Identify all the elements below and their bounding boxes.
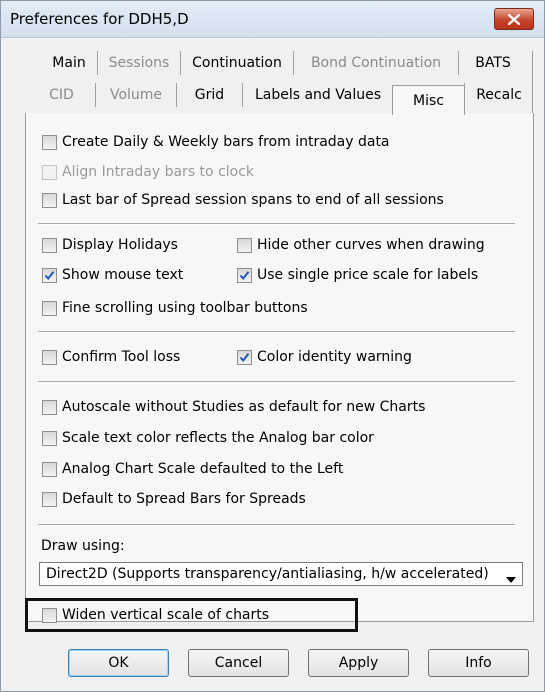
separator <box>38 524 515 526</box>
default-spread-bars-option[interactable]: Default to Spread Bars for Spreads <box>42 489 306 509</box>
option-label: Last bar of Spread session spans to end … <box>62 192 444 208</box>
option-label: Hide other curves when drawing <box>257 237 485 253</box>
hide-other-curves-option[interactable]: Hide other curves when drawing <box>237 235 485 255</box>
checkmark-icon <box>44 270 55 280</box>
analog-scale-left-option[interactable]: Analog Chart Scale defaulted to the Left <box>42 459 343 479</box>
tab-main[interactable]: Main <box>42 51 96 75</box>
tab-recalc[interactable]: Recalc <box>464 83 533 107</box>
window-title: Preferences for DDH5,D <box>10 10 189 28</box>
tab-labels-and-values[interactable]: Labels and Values <box>242 83 393 107</box>
cancel-button[interactable]: Cancel <box>188 649 289 677</box>
separator <box>38 223 515 225</box>
checkbox[interactable] <box>42 237 57 253</box>
checkbox[interactable] <box>237 237 252 253</box>
option-label: Autoscale without Studies as default for… <box>62 399 426 415</box>
option-label: Default to Spread Bars for Spreads <box>62 491 306 507</box>
draw-using-value: Direct2D (Supports transparency/antialia… <box>46 566 489 582</box>
option-label: Analog Chart Scale defaulted to the Left <box>62 461 344 477</box>
checkbox[interactable] <box>237 267 252 283</box>
option-label: Fine scrolling using toolbar buttons <box>62 300 308 316</box>
tab-strip-edge <box>532 51 533 113</box>
info-button[interactable]: Info <box>428 649 529 677</box>
checkbox[interactable] <box>42 134 57 150</box>
preferences-dialog: Preferences for DDH5,D Main Sessions Con… <box>0 0 545 692</box>
option-label: Confirm Tool loss <box>62 349 181 365</box>
separator <box>38 331 515 333</box>
close-button[interactable] <box>494 8 534 30</box>
checkbox[interactable] <box>42 461 57 477</box>
ok-button[interactable]: OK <box>68 649 169 677</box>
checkbox[interactable] <box>42 607 57 623</box>
separator <box>38 381 515 383</box>
checkbox[interactable] <box>42 491 57 507</box>
confirm-tool-loss-option[interactable]: Confirm Tool loss <box>42 347 180 367</box>
checkbox[interactable] <box>42 192 57 208</box>
checkbox[interactable] <box>42 430 57 446</box>
checkbox[interactable] <box>42 349 57 365</box>
option-label: Color identity warning <box>257 349 412 365</box>
tab-misc[interactable]: Misc <box>392 85 465 115</box>
create-daily-weekly-option[interactable]: Create Daily & Weekly bars from intraday… <box>42 132 390 152</box>
checkbox[interactable] <box>42 267 57 283</box>
widen-vertical-scale-option[interactable]: Widen vertical scale of charts <box>42 605 269 625</box>
tab-grid[interactable]: Grid <box>176 83 242 107</box>
show-mouse-text-option[interactable]: Show mouse text <box>42 265 183 285</box>
display-holidays-option[interactable]: Display Holidays <box>42 235 178 255</box>
checkmark-icon <box>239 270 250 280</box>
option-label: Widen vertical scale of charts <box>62 607 270 623</box>
draw-using-dropdown[interactable]: Direct2D (Supports transparency/antialia… <box>39 562 523 586</box>
tab-cid[interactable]: CID <box>29 83 94 107</box>
option-label: Use single price scale for labels <box>257 267 479 283</box>
checkmark-icon <box>239 352 250 362</box>
option-label: Show mouse text <box>62 267 184 283</box>
single-price-scale-option[interactable]: Use single price scale for labels <box>237 265 478 285</box>
option-label: Align Intraday bars to clock <box>62 164 255 180</box>
chevron-down-icon <box>506 571 516 587</box>
close-icon <box>508 13 520 25</box>
autoscale-without-studies-option[interactable]: Autoscale without Studies as default for… <box>42 397 425 417</box>
tab-sessions[interactable]: Sessions <box>97 51 180 75</box>
checkbox[interactable] <box>42 399 57 415</box>
color-identity-warning-option[interactable]: Color identity warning <box>237 347 412 367</box>
tab-bats[interactable]: BATS <box>458 51 527 75</box>
checkbox[interactable] <box>237 349 252 365</box>
tab-volume[interactable]: Volume <box>95 83 176 107</box>
checkbox[interactable] <box>42 300 57 316</box>
option-label: Scale text color reflects the Analog bar… <box>62 430 374 446</box>
option-label: Display Holidays <box>62 237 178 253</box>
fine-scrolling-option[interactable]: Fine scrolling using toolbar buttons <box>42 298 308 318</box>
tab-bond-continuation[interactable]: Bond Continuation <box>293 51 458 75</box>
title-bar: Preferences for DDH5,D <box>1 1 544 38</box>
last-bar-spread-option[interactable]: Last bar of Spread session spans to end … <box>42 190 444 210</box>
tab-continuation[interactable]: Continuation <box>180 51 293 75</box>
apply-button[interactable]: Apply <box>308 649 409 677</box>
option-label: Create Daily & Weekly bars from intraday… <box>62 134 390 150</box>
checkbox[interactable] <box>42 164 57 180</box>
align-intraday-option[interactable]: Align Intraday bars to clock <box>42 162 254 182</box>
scale-text-color-option[interactable]: Scale text color reflects the Analog bar… <box>42 428 374 448</box>
draw-using-label: Draw using: <box>41 538 125 554</box>
